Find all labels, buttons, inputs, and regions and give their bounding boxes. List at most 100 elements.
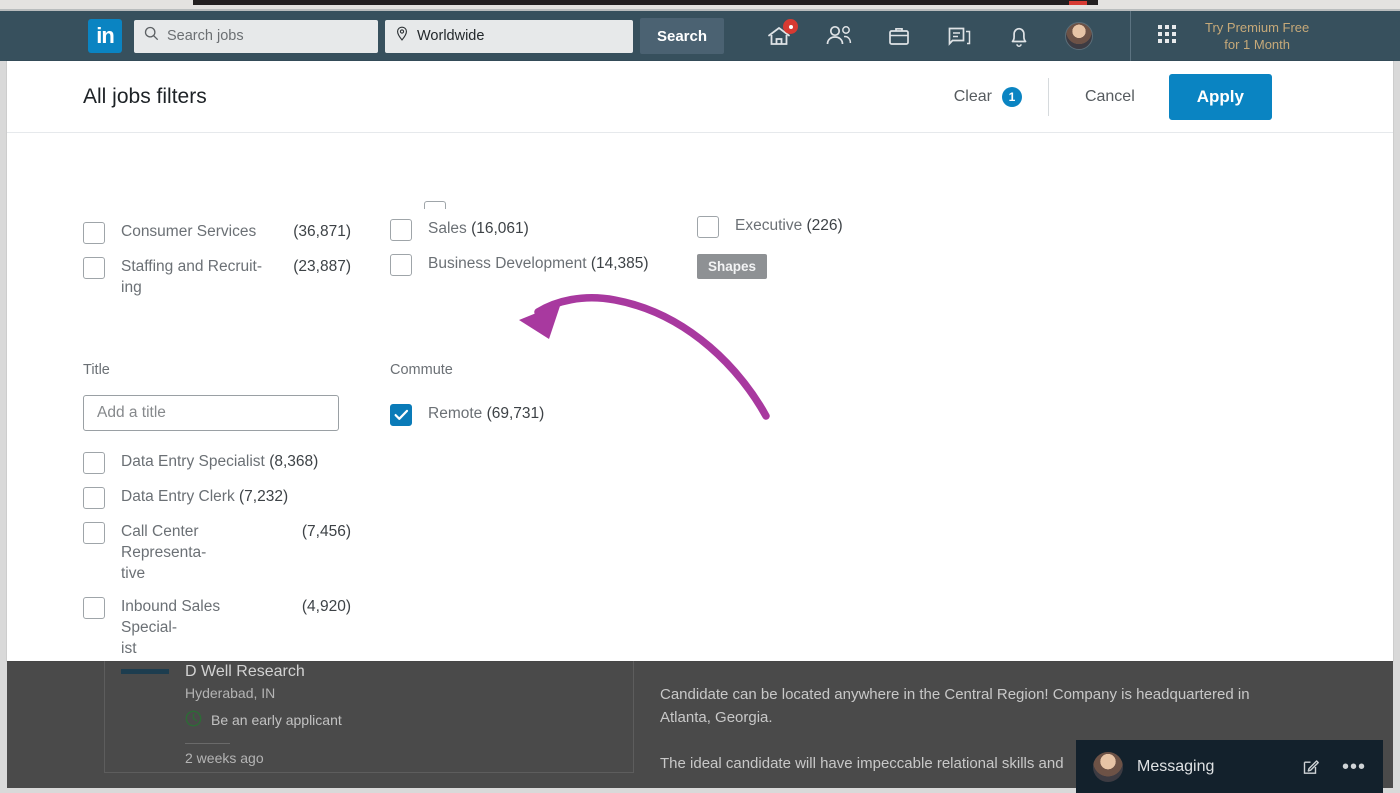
executive-text: Executive: [735, 217, 803, 234]
filter-row-consumer-services[interactable]: Consumer Services (36,871): [83, 221, 373, 244]
global-navbar: in Search jobs Worldwide Search Try Prem…: [0, 11, 1400, 61]
try-premium-link[interactable]: Try Premium Free for 1 Month: [1205, 19, 1309, 53]
label-inbound-sales-specialist: Inbound Sales Special-ist (4,920): [121, 596, 351, 659]
messaging-actions: •••: [1302, 757, 1366, 777]
page-title: All jobs filters: [83, 84, 207, 108]
filter-row-executive[interactable]: Executive (226): [697, 215, 987, 238]
job-card-divider: [185, 743, 230, 744]
remote-count: (69,731): [486, 405, 545, 422]
job-posted-time: 2 weeks ago: [185, 750, 264, 766]
label-consumer-services: Consumer Services (36,871): [121, 221, 351, 242]
messaging-label: Messaging: [1137, 757, 1215, 775]
early-applicant-row: Be an early applicant: [185, 710, 342, 730]
label-call-center-representative: Call Center Representa-tive (7,456): [121, 521, 351, 584]
label-remote: Remote (69,731): [428, 403, 544, 424]
clear-count-badge: 1: [1001, 86, 1022, 107]
my-network-icon[interactable]: [822, 19, 856, 53]
search-jobs-input[interactable]: Search jobs: [134, 19, 378, 53]
scrolled-partial-checkbox: [424, 201, 446, 209]
messaging-icon[interactable]: [942, 19, 976, 53]
filter-row-data-entry-clerk[interactable]: Data Entry Clerk (7,232): [83, 486, 383, 509]
linkedin-logo[interactable]: in: [88, 19, 122, 53]
avatar: [1065, 22, 1093, 50]
checkbox-executive[interactable]: [697, 216, 719, 238]
consumer-services-text: Consumer Services: [121, 223, 257, 240]
clear-button[interactable]: Clear 1: [954, 86, 1022, 107]
navbar-divider: [1130, 11, 1131, 61]
modal-body: Consumer Services (36,871) Staffing and …: [7, 133, 1393, 660]
home-icon[interactable]: [762, 19, 798, 53]
label-data-entry-specialist: Data Entry Specialist (8,368): [121, 451, 318, 472]
early-applicant-label: Be an early applicant: [211, 712, 342, 728]
clock-icon: [185, 710, 202, 730]
add-a-title-input[interactable]: [83, 395, 339, 431]
checkbox-sales[interactable]: [390, 219, 412, 241]
more-options-icon[interactable]: •••: [1342, 757, 1366, 777]
industry-column-a: Consumer Services (36,871) Staffing and …: [83, 221, 373, 310]
search-icon: [144, 26, 159, 46]
location-input[interactable]: Worldwide: [385, 19, 633, 53]
profile-avatar[interactable]: [1062, 19, 1096, 53]
executive-count: (226): [806, 217, 843, 234]
navbar-icon-group: [762, 19, 1096, 53]
messaging-widget[interactable]: Messaging •••: [1076, 740, 1383, 793]
filter-row-inbound-sales-specialist[interactable]: Inbound Sales Special-ist (4,920): [83, 596, 383, 659]
checkbox-data-entry-clerk[interactable]: [83, 487, 105, 509]
consumer-services-count: (36,871): [293, 223, 351, 240]
checkbox-business-development[interactable]: [390, 254, 412, 276]
checkbox-consumer-services[interactable]: [83, 222, 105, 244]
company-logo: [121, 669, 169, 674]
data-entry-specialist-count: (8,368): [269, 453, 319, 470]
job-description-p1: Candidate can be located anywhere in the…: [660, 686, 1250, 726]
call-center-representative-count: (7,456): [301, 523, 351, 540]
label-executive: Executive (226): [735, 215, 843, 236]
sales-count: (16,061): [471, 220, 529, 237]
filter-row-staffing-recruiting[interactable]: Staffing and Recruit-ing (23,887): [83, 256, 373, 298]
jobs-briefcase-icon[interactable]: [882, 19, 916, 53]
checkbox-remote[interactable]: [390, 404, 412, 426]
filter-row-data-entry-specialist[interactable]: Data Entry Specialist (8,368): [83, 451, 383, 474]
title-options-list: Data Entry Specialist (8,368) Data Entry…: [83, 451, 383, 660]
business-development-text: Business Development: [428, 255, 587, 272]
messaging-avatar: [1093, 751, 1123, 782]
filter-row-business-development[interactable]: Business Development (14,385): [390, 253, 680, 276]
checkbox-staffing-recruiting[interactable]: [83, 257, 105, 279]
company-name: D Well Research: [185, 663, 305, 680]
checkbox-data-entry-specialist[interactable]: [83, 452, 105, 474]
title-filter-section: Title Data Entry Specialist (8,368) Dat: [83, 362, 383, 660]
premium-line-1: Try Premium Free: [1205, 20, 1310, 35]
compose-icon[interactable]: [1302, 758, 1320, 776]
home-notification-badge: [783, 19, 798, 34]
filter-row-call-center-representative[interactable]: Call Center Representa-tive (7,456): [83, 521, 383, 584]
staffing-recruiting-text: Staffing and Recruit-ing: [121, 258, 263, 296]
staffing-recruiting-count: (23,887): [293, 258, 351, 275]
data-entry-clerk-text: Data Entry Clerk: [121, 488, 235, 505]
notifications-bell-icon[interactable]: [1002, 19, 1036, 53]
modal-header: All jobs filters Clear 1 Cancel Apply: [7, 61, 1393, 133]
inbound-sales-specialist-text: Inbound Sales Special-ist: [121, 598, 221, 657]
call-center-representative-text: Call Center Representa-tive: [121, 523, 207, 582]
header-divider: [1047, 77, 1049, 116]
checkbox-inbound-sales-specialist[interactable]: [83, 597, 105, 619]
filter-row-sales[interactable]: Sales (16,061): [390, 218, 680, 241]
screen: in Search jobs Worldwide Search Try Prem…: [0, 0, 1400, 793]
label-business-development: Business Development (14,385): [428, 253, 649, 274]
filter-row-remote[interactable]: Remote (69,731): [390, 403, 690, 426]
checkbox-call-center-representative[interactable]: [83, 522, 105, 544]
commute-filter-section: Commute Remote (69,731): [390, 362, 690, 438]
app-grid-icon[interactable]: [1158, 25, 1180, 47]
data-entry-clerk-count: (7,232): [239, 488, 289, 505]
all-jobs-filters-modal: All jobs filters Clear 1 Cancel Apply Co…: [7, 61, 1393, 661]
location-value: Worldwide: [417, 28, 485, 44]
apply-button[interactable]: Apply: [1168, 73, 1272, 120]
industry-column-b: Sales (16,061) Business Development (14,…: [390, 218, 680, 288]
label-sales: Sales (16,061): [428, 218, 529, 239]
search-button[interactable]: Search: [640, 18, 724, 54]
cancel-button[interactable]: Cancel: [1071, 80, 1149, 114]
job-card[interactable]: D Well Research Hyderabad, IN Be an earl…: [104, 661, 634, 773]
shapes-tag[interactable]: Shapes: [697, 254, 768, 279]
search-jobs-placeholder: Search jobs: [167, 28, 244, 44]
industry-column-c: Executive (226) Shapes: [697, 215, 987, 279]
title-section-heading: Title: [83, 362, 110, 378]
browser-red-marker: [1069, 1, 1087, 5]
